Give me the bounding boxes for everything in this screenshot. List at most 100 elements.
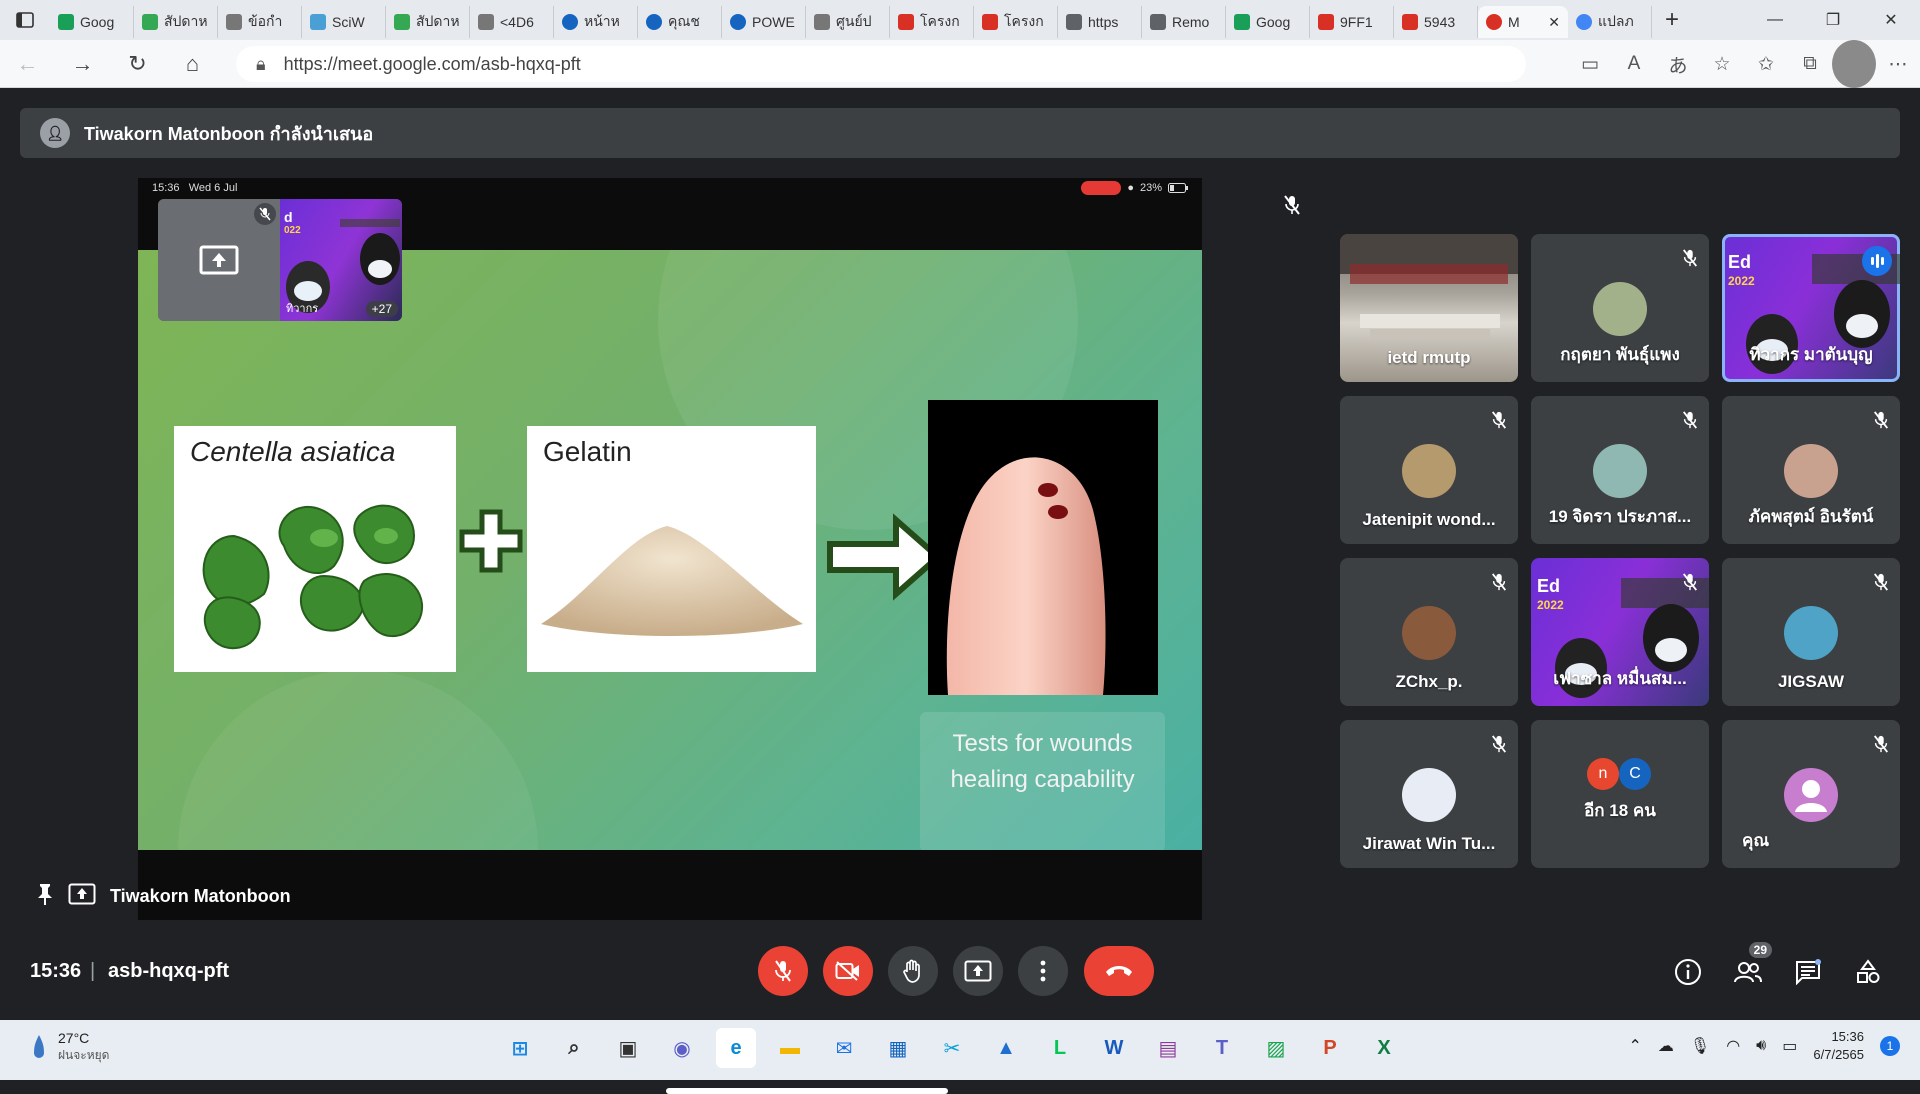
activities-button[interactable] xyxy=(1848,952,1888,992)
present-now-button[interactable] xyxy=(953,946,1003,996)
participant-tile[interactable]: Jatenipit wond... xyxy=(1340,396,1518,544)
windows-start-icon[interactable]: ⊞ xyxy=(500,1028,540,1068)
address-bar[interactable]: 🔒︎ https://meet.google.com/asb-hqxq-pft xyxy=(236,46,1526,82)
system-clock[interactable]: 15:36 6/7/2565 xyxy=(1813,1028,1864,1064)
browser-tab[interactable]: Goog xyxy=(50,6,134,38)
task-view-icon[interactable]: ▣ xyxy=(608,1028,648,1068)
wifi-icon[interactable]: ◠ xyxy=(1726,1036,1740,1056)
tab-label: Remo xyxy=(1172,14,1210,30)
camera-in-use-icon[interactable]: ▭ xyxy=(1568,40,1612,88)
browser-tab[interactable]: POWE xyxy=(722,6,806,38)
teams-icon[interactable]: T xyxy=(1202,1028,1242,1068)
restore-button[interactable]: ❐ xyxy=(1804,0,1862,40)
store-icon[interactable]: ▦ xyxy=(878,1028,918,1068)
participant-tile[interactable]: ZChx_p. xyxy=(1340,558,1518,706)
home-button[interactable]: ⌂ xyxy=(165,40,220,88)
profile-button[interactable] xyxy=(1832,40,1876,88)
winrar-icon[interactable]: ▤ xyxy=(1148,1028,1188,1068)
meeting-details-button[interactable] xyxy=(1668,952,1708,992)
collections-icon[interactable]: ⧉ xyxy=(1788,40,1832,88)
participant-name: 19 จิดรา ประภาส... xyxy=(1548,507,1692,526)
tab-label: สัปดาห xyxy=(416,13,460,29)
favorites-icon[interactable]: ✩ xyxy=(1744,40,1788,88)
participant-tile[interactable]: 19 จิดรา ประภาส... xyxy=(1531,396,1709,544)
mail-icon[interactable]: ✉ xyxy=(824,1028,864,1068)
browser-tab[interactable]: สัปดาห xyxy=(386,6,470,38)
browser-tab[interactable]: 5943 xyxy=(1394,6,1478,38)
camera-toggle-button[interactable] xyxy=(823,946,873,996)
more-menu-icon[interactable]: ⋯ xyxy=(1876,40,1920,88)
browser-tab[interactable]: SciW xyxy=(302,6,386,38)
app-glyph: L xyxy=(1053,1036,1067,1059)
close-window-button[interactable]: ✕ xyxy=(1862,0,1920,40)
microphone-icon[interactable]: 🎙︎ xyxy=(1690,1036,1710,1056)
close-tab-icon[interactable]: ✕ xyxy=(1548,14,1560,31)
participant-tile[interactable]: Jirawat Win Tu... xyxy=(1340,720,1518,868)
excel-icon[interactable]: X xyxy=(1364,1028,1404,1068)
battery-icon[interactable]: ▭ xyxy=(1782,1036,1797,1056)
notification-badge[interactable]: 1 xyxy=(1880,1036,1900,1056)
participant-tile[interactable]: Ed 2022 เฟาซาล หมื่นสม... xyxy=(1531,558,1709,706)
browser-tab[interactable]: คุณช xyxy=(638,6,722,38)
word-icon[interactable]: W xyxy=(1094,1028,1134,1068)
participant-tile[interactable]: n C อีก 18 คน xyxy=(1531,720,1709,868)
browser-tab[interactable]: ศูนย์ป xyxy=(806,6,890,38)
centella-card: Centella asiatica xyxy=(174,426,456,672)
participant-tile[interactable]: JIGSAW xyxy=(1722,558,1900,706)
browser-tab[interactable]: M ✕ xyxy=(1478,6,1568,38)
onedrive-icon[interactable]: ☁ xyxy=(1658,1036,1674,1056)
browser-tab[interactable]: โครงก xyxy=(974,6,1058,38)
participant-tile[interactable]: ภัคพสุตม์ อินรัตน์ xyxy=(1722,396,1900,544)
mic-toggle-button[interactable] xyxy=(758,946,808,996)
participant-tile[interactable]: ietd rmutp xyxy=(1340,234,1518,382)
chevron-up-icon[interactable]: ⌃ xyxy=(1628,1036,1641,1056)
new-tab-button[interactable]: + xyxy=(1652,0,1692,40)
self-view-thumbnail[interactable]: d 022 ทิวากร +27 xyxy=(158,199,402,321)
chat-icon[interactable]: ◉ xyxy=(662,1028,702,1068)
hand-icon xyxy=(903,959,920,983)
browser-tab[interactable]: Remo xyxy=(1142,6,1226,38)
photos-icon[interactable]: ▲ xyxy=(986,1028,1026,1068)
translate-icon[interactable]: あ xyxy=(1656,40,1700,88)
minimize-button[interactable]: — xyxy=(1746,0,1804,40)
participant-tile[interactable]: Ed 2022 ทิวากร มาตันบุญ xyxy=(1722,234,1900,382)
browser-tab[interactable]: <4D6 xyxy=(470,6,554,38)
forward-button[interactable]: → xyxy=(55,40,110,88)
raise-hand-button[interactable] xyxy=(888,946,938,996)
browser-tab[interactable]: สัปดาห xyxy=(134,6,218,38)
browser-tab[interactable]: แปลภ xyxy=(1568,6,1652,38)
browser-tab[interactable]: 9FF1 xyxy=(1310,6,1394,38)
browser-tab[interactable]: Goog xyxy=(1226,6,1310,38)
clock-date: 6/7/2565 xyxy=(1813,1047,1864,1062)
photo-editor-icon[interactable]: ▨ xyxy=(1256,1028,1296,1068)
browser-tab[interactable]: หน้าห xyxy=(554,6,638,38)
participants-button[interactable]: 29 xyxy=(1728,942,1772,992)
leave-call-button[interactable] xyxy=(1084,946,1154,996)
search-icon[interactable]: ⌕ xyxy=(554,1028,594,1068)
weather-widget[interactable]: 27°C ฝนจะหยุด xyxy=(30,1030,109,1065)
refresh-button[interactable]: ↻ xyxy=(110,40,165,88)
browser-tab[interactable]: โครงก xyxy=(890,6,974,38)
edge-icon[interactable]: e xyxy=(716,1028,756,1068)
wound-finger-card xyxy=(928,400,1158,695)
favorite-add-icon[interactable]: ☆ xyxy=(1700,40,1744,88)
browser-tab[interactable]: https xyxy=(1058,6,1142,38)
back-button[interactable]: ← xyxy=(0,40,55,88)
powerpoint-icon[interactable]: P xyxy=(1310,1028,1350,1068)
line-icon[interactable]: L xyxy=(1040,1028,1080,1068)
chat-button[interactable] xyxy=(1788,952,1828,992)
pdf-icon xyxy=(1318,14,1334,30)
participant-tile[interactable]: คุณ xyxy=(1722,720,1900,868)
browser-tab[interactable]: ข้อกำ xyxy=(218,6,302,38)
pin-icon[interactable] xyxy=(36,882,54,911)
volume-icon[interactable]: 🔊︎ xyxy=(1756,1037,1766,1055)
read-aloud-icon[interactable]: A xyxy=(1612,40,1656,88)
weather-desc: ฝนจะหยุด xyxy=(58,1048,110,1062)
participant-tile[interactable]: กฤตยา พันธุ์แพง xyxy=(1531,234,1709,382)
file-explorer-icon[interactable]: ▬ xyxy=(770,1028,810,1068)
tab-label: https xyxy=(1088,14,1119,30)
checkmark-icon xyxy=(142,14,158,30)
tab-actions-icon[interactable] xyxy=(0,0,50,40)
snipping-tool-icon[interactable]: ✂ xyxy=(932,1028,972,1068)
more-options-button[interactable] xyxy=(1018,946,1068,996)
